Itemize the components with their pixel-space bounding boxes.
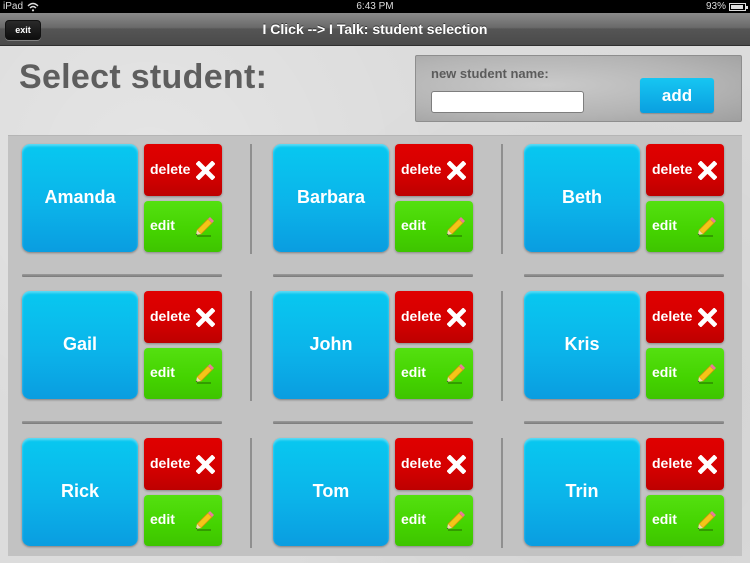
pencil-icon	[447, 364, 465, 384]
edit-label: edit	[150, 217, 175, 233]
row-divider	[524, 274, 724, 277]
student-card: Amanda delete edit	[22, 144, 222, 252]
edit-label: edit	[150, 364, 175, 380]
delete-student-button[interactable]: delete	[395, 144, 473, 196]
row-divider	[22, 274, 222, 277]
pencil-icon	[698, 217, 716, 237]
student-card: John delete edit	[273, 291, 473, 399]
delete-label: delete	[401, 308, 442, 324]
status-bar: iPad 6:43 PM 93%	[0, 0, 750, 13]
pencil-icon	[698, 364, 716, 384]
student-name-button[interactable]: Rick	[22, 438, 138, 546]
delete-label: delete	[652, 308, 693, 324]
student-name-button[interactable]: Barbara	[273, 144, 389, 252]
edit-student-button[interactable]: edit	[395, 348, 473, 399]
close-x-icon	[447, 455, 466, 474]
delete-student-button[interactable]: delete	[144, 438, 222, 490]
new-student-name-input[interactable]	[431, 91, 584, 113]
nav-bar: exit I Click --> I Talk: student selecti…	[0, 13, 750, 46]
student-name-button[interactable]: Beth	[524, 144, 640, 252]
close-x-icon	[196, 161, 215, 180]
pencil-icon	[196, 511, 214, 531]
column-divider	[501, 291, 503, 401]
row-divider	[524, 421, 724, 424]
delete-label: delete	[401, 455, 442, 471]
pencil-icon	[698, 511, 716, 531]
add-student-button[interactable]: add	[640, 78, 714, 113]
edit-label: edit	[652, 511, 677, 527]
student-name-button[interactable]: Kris	[524, 291, 640, 399]
delete-student-button[interactable]: delete	[646, 291, 724, 343]
new-student-name-label: new student name:	[431, 66, 549, 81]
edit-student-button[interactable]: edit	[395, 495, 473, 546]
delete-label: delete	[652, 161, 693, 177]
edit-student-button[interactable]: edit	[646, 348, 724, 399]
delete-student-button[interactable]: delete	[144, 144, 222, 196]
edit-student-button[interactable]: edit	[646, 201, 724, 252]
close-x-icon	[196, 455, 215, 474]
delete-label: delete	[150, 308, 191, 324]
close-x-icon	[698, 161, 717, 180]
close-x-icon	[196, 308, 215, 327]
pencil-icon	[447, 511, 465, 531]
student-card: Rick delete edit	[22, 438, 222, 546]
clock: 6:43 PM	[356, 1, 394, 12]
student-name-button[interactable]: Gail	[22, 291, 138, 399]
edit-label: edit	[652, 364, 677, 380]
nav-title: I Click --> I Talk: student selection	[262, 21, 488, 37]
edit-label: edit	[401, 217, 426, 233]
battery-icon	[729, 3, 748, 11]
column-divider	[250, 438, 252, 548]
battery-percent: 93%	[705, 1, 726, 12]
pencil-icon	[196, 217, 214, 237]
edit-student-button[interactable]: edit	[144, 495, 222, 546]
pencil-icon	[196, 364, 214, 384]
close-x-icon	[698, 455, 717, 474]
delete-label: delete	[652, 455, 693, 471]
edit-student-button[interactable]: edit	[646, 495, 724, 546]
column-divider	[250, 291, 252, 401]
delete-student-button[interactable]: delete	[646, 144, 724, 196]
column-divider	[501, 438, 503, 548]
student-name-button[interactable]: John	[273, 291, 389, 399]
edit-student-button[interactable]: edit	[144, 201, 222, 252]
delete-student-button[interactable]: delete	[395, 291, 473, 343]
delete-label: delete	[150, 161, 191, 177]
student-name-button[interactable]: Tom	[273, 438, 389, 546]
edit-label: edit	[401, 511, 426, 527]
add-student-box: new student name: add	[415, 55, 742, 122]
pencil-icon	[447, 217, 465, 237]
student-name-button[interactable]: Trin	[524, 438, 640, 546]
delete-student-button[interactable]: delete	[395, 438, 473, 490]
page-title: Select student:	[19, 58, 268, 96]
edit-label: edit	[652, 217, 677, 233]
edit-student-button[interactable]: edit	[395, 201, 473, 252]
student-card: Gail delete edit	[22, 291, 222, 399]
row-divider	[273, 274, 473, 277]
student-card: Tom delete edit	[273, 438, 473, 546]
column-divider	[501, 144, 503, 254]
student-card: Beth delete edit	[524, 144, 724, 252]
column-divider	[250, 144, 252, 254]
delete-label: delete	[150, 455, 191, 471]
delete-label: delete	[401, 161, 442, 177]
edit-label: edit	[401, 364, 426, 380]
student-name-button[interactable]: Amanda	[22, 144, 138, 252]
student-card: Trin delete edit	[524, 438, 724, 546]
edit-student-button[interactable]: edit	[144, 348, 222, 399]
student-grid: Amanda delete edit Barbara delete edit B…	[8, 135, 742, 556]
delete-student-button[interactable]: delete	[646, 438, 724, 490]
student-card: Kris delete edit	[524, 291, 724, 399]
row-divider	[22, 421, 222, 424]
close-x-icon	[698, 308, 717, 327]
delete-student-button[interactable]: delete	[144, 291, 222, 343]
student-card: Barbara delete edit	[273, 144, 473, 252]
close-x-icon	[447, 308, 466, 327]
row-divider	[273, 421, 473, 424]
close-x-icon	[447, 161, 466, 180]
edit-label: edit	[150, 511, 175, 527]
